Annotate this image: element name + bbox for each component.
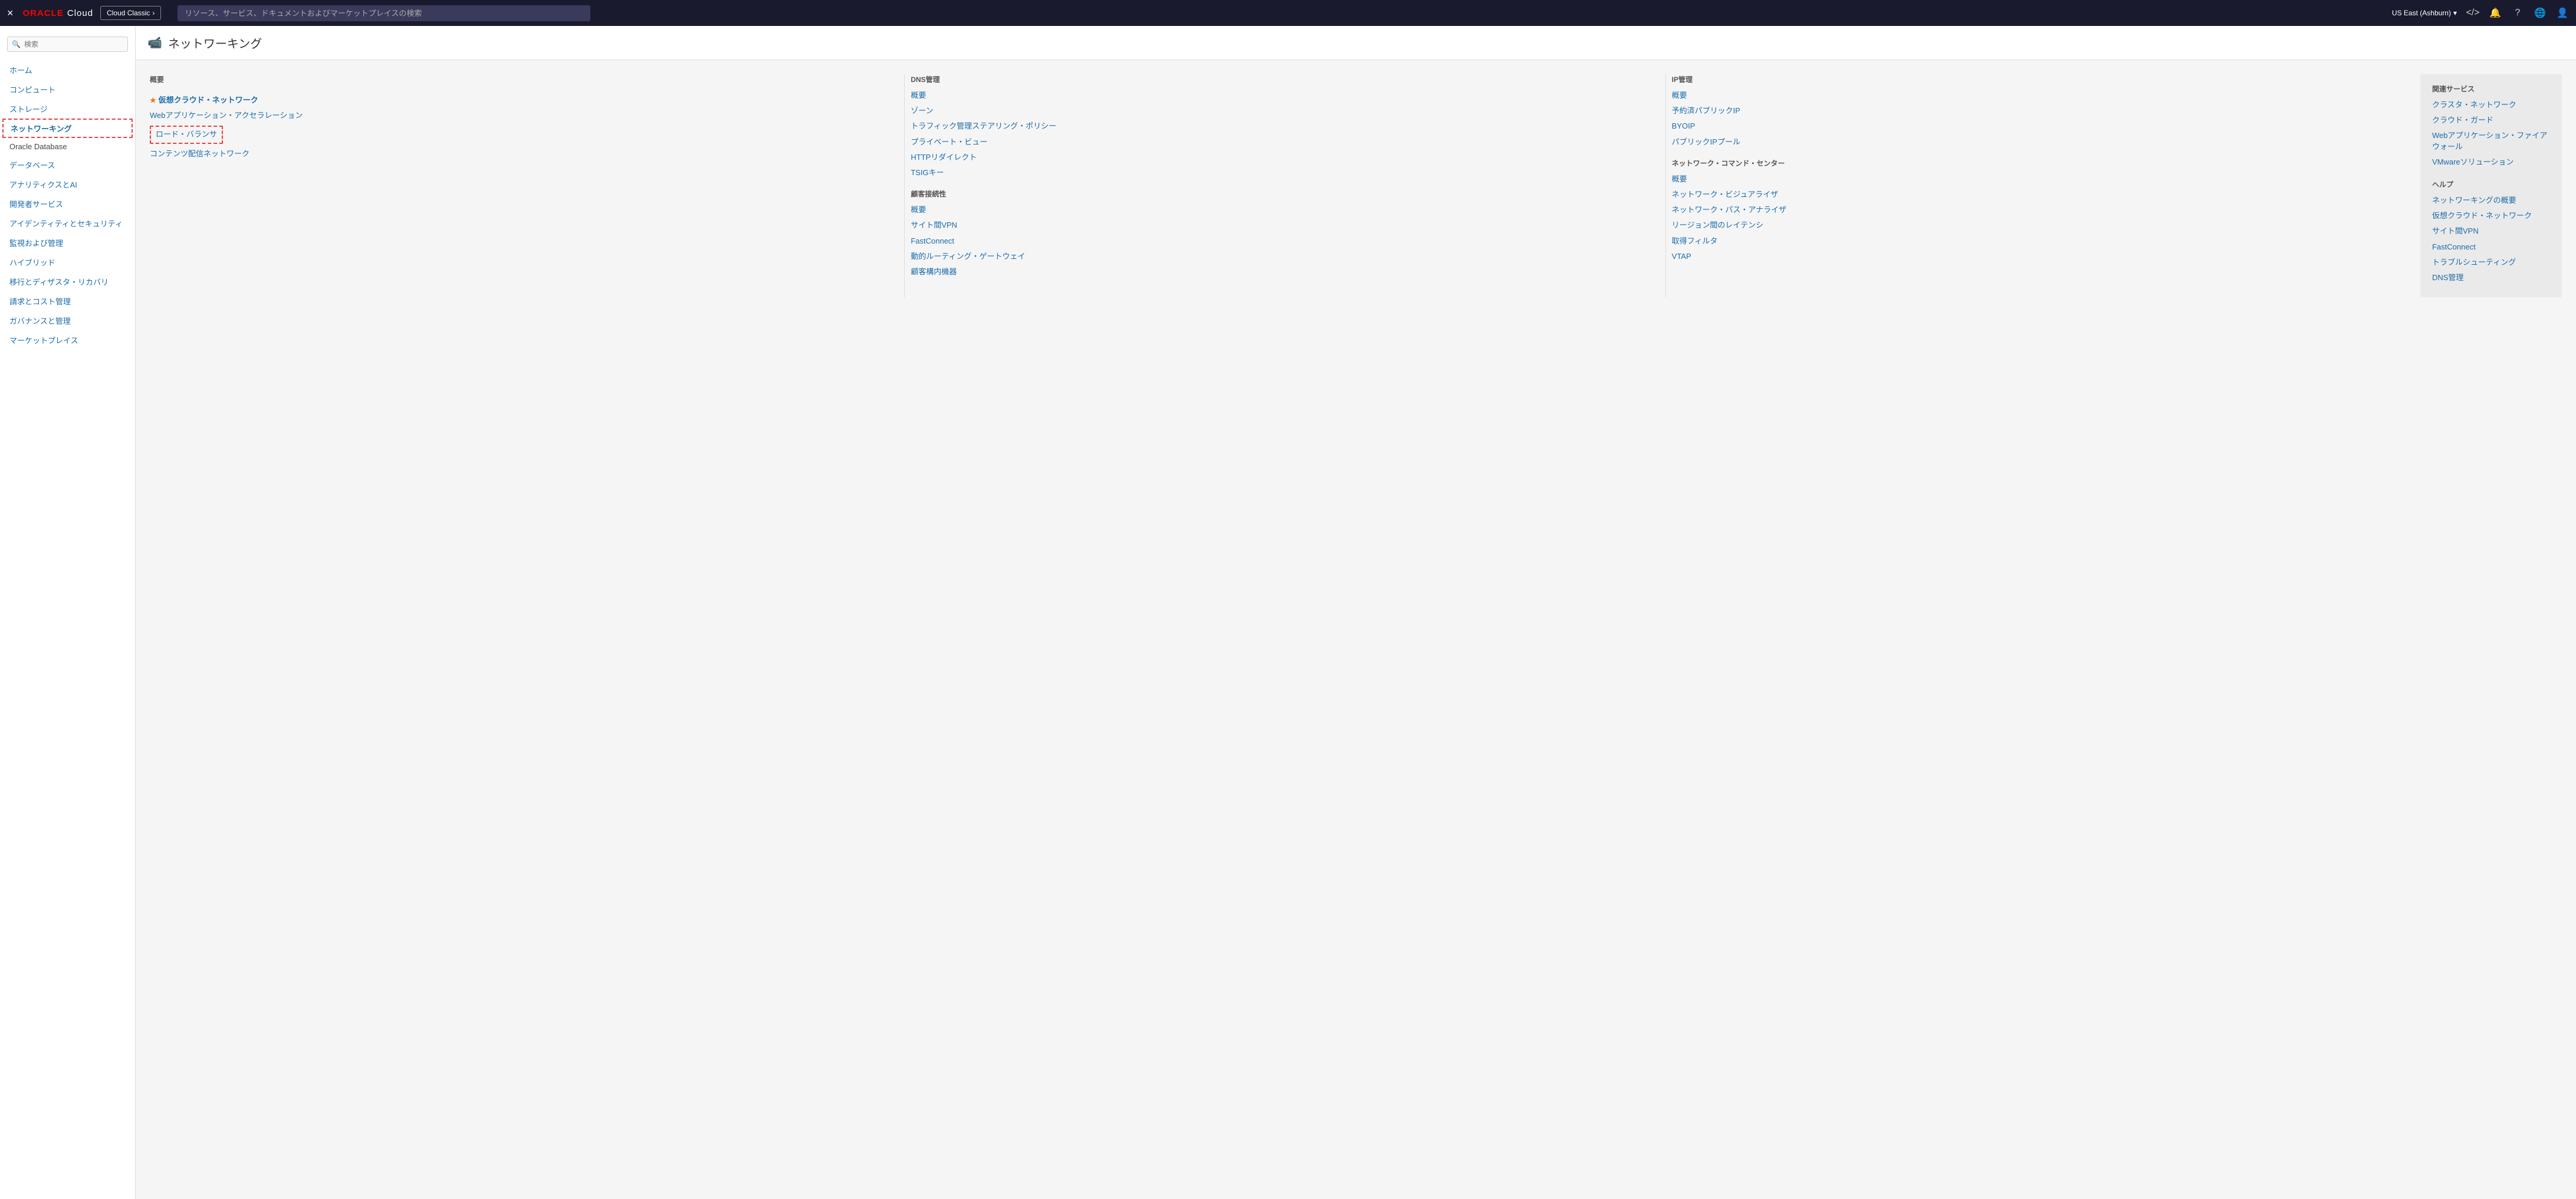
page-header: 📹 ネットワーキング: [136, 26, 2576, 60]
sidebar-item-home[interactable]: ホーム: [0, 60, 135, 80]
global-search[interactable]: [178, 5, 590, 21]
sidebar-item-compute[interactable]: コンピュート: [0, 80, 135, 99]
cloud-text: Cloud: [67, 8, 93, 18]
section-title-ncc: ネットワーク・コマンド・センター: [1672, 158, 2409, 168]
region-selector[interactable]: US East (Ashburn) ▾: [2392, 9, 2457, 17]
sidebar-item-database[interactable]: データベース: [0, 155, 135, 175]
link-zone[interactable]: ゾーン: [911, 106, 1647, 116]
link-cpe[interactable]: 顧客構内機器: [911, 267, 1647, 277]
link-http-redirect[interactable]: HTTPリダイレクト: [911, 152, 1647, 163]
link-drg[interactable]: 動的ルーティング・ゲートウェイ: [911, 251, 1647, 262]
link-ncc-gaiyou[interactable]: 概要: [1672, 174, 2409, 185]
link-traffic-steering[interactable]: トラフィック管理ステアリング・ポリシー: [911, 121, 1647, 132]
content-area: 📹 ネットワーキング 概要 仮想クラウド・ネットワーク Webアプリケーション・…: [136, 26, 2576, 1199]
sidebar-search-icon: 🔍: [12, 40, 21, 48]
link-load-balancer[interactable]: ロード・バランサ: [150, 126, 223, 143]
sidebar-item-storage[interactable]: ストレージ: [0, 99, 135, 119]
link-cdn[interactable]: コンテンツ配信ネットワーク: [150, 149, 886, 159]
link-help-vpn[interactable]: サイト間VPN: [2432, 226, 2550, 236]
sidebar-item-migration[interactable]: 移行とディザスタ・リカバリ: [0, 272, 135, 291]
bell-icon[interactable]: 🔔: [2489, 6, 2502, 19]
section-title-dns: DNS管理: [911, 74, 1647, 84]
link-cloud-guard[interactable]: クラウド・ガード: [2432, 115, 2550, 126]
global-search-input[interactable]: [178, 5, 590, 21]
menu-col-ip: IP管理 概要 予約済パブリックIP BYOIP パブリックIPプール ネットワ…: [1672, 74, 2420, 297]
link-dns-gaiyou[interactable]: 概要: [911, 90, 1647, 101]
link-ip-pool[interactable]: パブリックIPプール: [1672, 137, 2409, 147]
sidebar: 🔍 ホーム コンピュート ストレージ ネットワーキング Oracle Datab…: [0, 26, 136, 1199]
section-title-related: 関連サービス: [2432, 84, 2550, 94]
link-vmware[interactable]: VMwareソリューション: [2432, 157, 2550, 167]
link-waf[interactable]: Webアプリケーション・ファイアウォール: [2432, 130, 2550, 152]
globe-icon[interactable]: 🌐: [2534, 6, 2547, 19]
link-visualizer[interactable]: ネットワーク・ビジュアライザ: [1672, 189, 2409, 200]
code-icon[interactable]: </>: [2466, 6, 2479, 19]
sidebar-item-analytics[interactable]: アナリティクスとAI: [0, 175, 135, 194]
divider-2: [1665, 74, 1666, 297]
link-help-dns[interactable]: DNS管理: [2432, 272, 2550, 283]
section-title-ip: IP管理: [1672, 74, 2409, 84]
link-path-analyzer[interactable]: ネットワーク・パス・アナライザ: [1672, 205, 2409, 215]
link-vcn[interactable]: 仮想クラウド・ネットワーク: [150, 95, 886, 106]
link-private-view[interactable]: プライベート・ビュー: [911, 137, 1647, 147]
sidebar-item-identity[interactable]: アイデンティティとセキュリティ: [0, 213, 135, 233]
link-help-troubleshoot[interactable]: トラブルシューティング: [2432, 257, 2550, 268]
menu-col-related: 関連サービス クラスタ・ネットワーク クラウド・ガード Webアプリケーション・…: [2420, 74, 2562, 297]
sidebar-item-monitoring[interactable]: 監視および管理: [0, 233, 135, 252]
menu-panel: 概要 仮想クラウド・ネットワーク Webアプリケーション・アクセラレーション ロ…: [136, 60, 2576, 315]
link-cluster-network[interactable]: クラスタ・ネットワーク: [2432, 100, 2550, 110]
link-vtap[interactable]: VTAP: [1672, 251, 2409, 262]
top-nav-right: US East (Ashburn) ▾ </> 🔔 ? 🌐 👤: [2392, 6, 2569, 19]
networking-icon: 📹: [147, 35, 162, 50]
link-byoip[interactable]: BYOIP: [1672, 121, 2409, 132]
sidebar-search-input[interactable]: [7, 37, 128, 52]
link-web-accel[interactable]: Webアプリケーション・アクセラレーション: [150, 110, 886, 121]
sidebar-search-container: 🔍: [0, 32, 135, 57]
user-icon[interactable]: 👤: [2556, 6, 2569, 19]
oracle-logo: ORACLE Cloud: [23, 8, 94, 18]
divider-1: [904, 74, 905, 297]
section-title-connectivity: 顧客接続性: [911, 189, 1647, 199]
link-capture-filter[interactable]: 取得フィルタ: [1672, 236, 2409, 247]
link-fastconnect[interactable]: FastConnect: [911, 236, 1647, 247]
sidebar-item-billing[interactable]: 請求とコスト管理: [0, 291, 135, 311]
help-icon[interactable]: ?: [2511, 6, 2524, 19]
link-help-networking[interactable]: ネットワーキングの概要: [2432, 195, 2550, 206]
link-help-fastconnect[interactable]: FastConnect: [2432, 242, 2550, 252]
section-title-gaiyou: 概要: [150, 74, 886, 84]
page-title: ネットワーキング: [168, 34, 262, 51]
main-layout: 🔍 ホーム コンピュート ストレージ ネットワーキング Oracle Datab…: [0, 26, 2576, 1199]
sidebar-item-devservices[interactable]: 開発者サービス: [0, 194, 135, 213]
menu-col-vcn: 概要 仮想クラウド・ネットワーク Webアプリケーション・アクセラレーション ロ…: [150, 74, 898, 297]
close-icon[interactable]: ×: [7, 7, 14, 19]
help-title: ヘルプ: [2432, 179, 2550, 189]
sidebar-item-oracle-db[interactable]: Oracle Database: [0, 138, 135, 155]
link-conn-gaiyou[interactable]: 概要: [911, 205, 1647, 215]
sidebar-item-hybrid[interactable]: ハイブリッド: [0, 252, 135, 272]
cloud-classic-button[interactable]: Cloud Classic ›: [100, 6, 161, 20]
help-section: ヘルプ ネットワーキングの概要 仮想クラウド・ネットワーク サイト間VPN Fa…: [2432, 179, 2550, 283]
link-site-vpn[interactable]: サイト間VPN: [911, 220, 1647, 231]
sidebar-item-governance[interactable]: ガバナンスと管理: [0, 311, 135, 330]
link-ip-gaiyou[interactable]: 概要: [1672, 90, 2409, 101]
sidebar-item-marketplace[interactable]: マーケットプレイス: [0, 330, 135, 350]
top-nav: × ORACLE Cloud Cloud Classic › US East (…: [0, 0, 2576, 26]
link-reserved-ip[interactable]: 予約済パブリックIP: [1672, 106, 2409, 116]
link-latency[interactable]: リージョン間のレイテンシ: [1672, 220, 2409, 231]
oracle-text: ORACLE: [23, 8, 64, 18]
sidebar-item-networking[interactable]: ネットワーキング: [2, 119, 133, 138]
menu-col-dns: DNS管理 概要 ゾーン トラフィック管理ステアリング・ポリシー プライベート・…: [911, 74, 1659, 297]
link-tsig[interactable]: TSIGキー: [911, 167, 1647, 178]
link-help-vcn[interactable]: 仮想クラウド・ネットワーク: [2432, 211, 2550, 221]
